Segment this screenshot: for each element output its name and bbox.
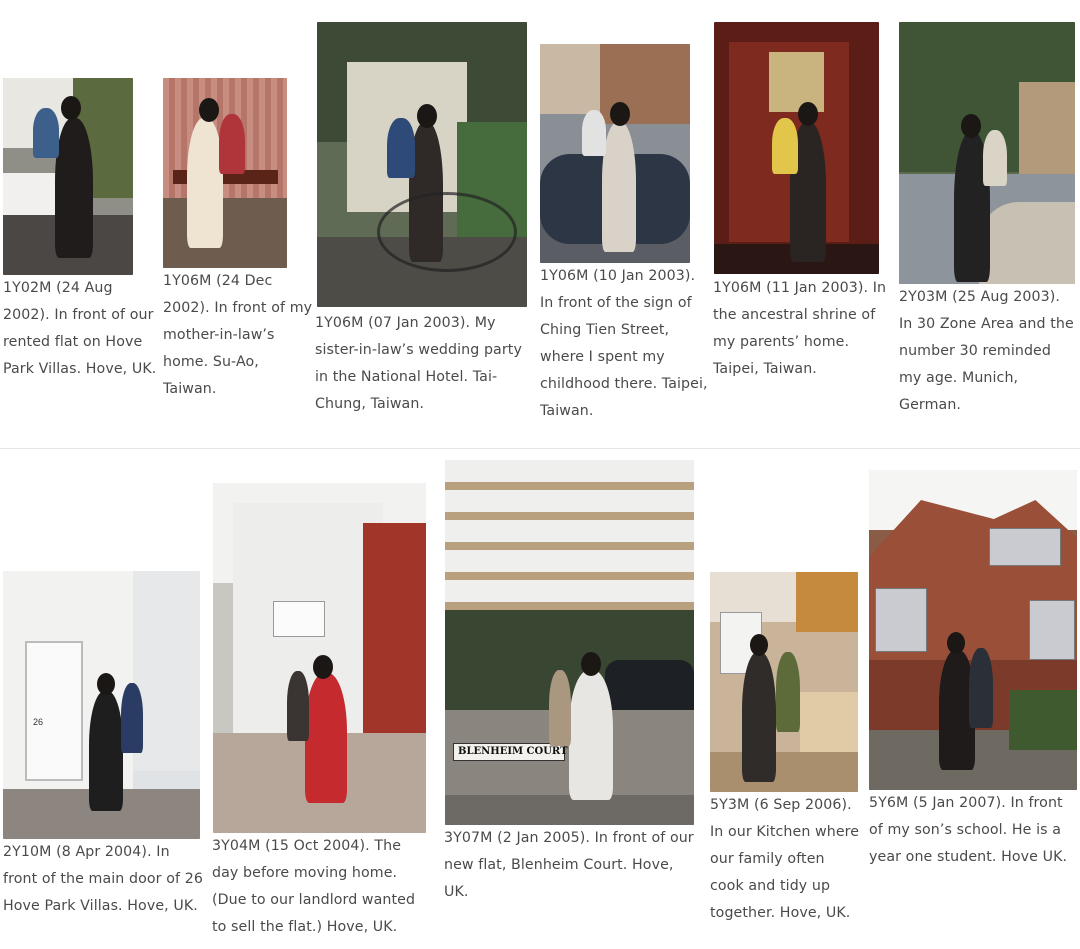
- caption-2: 1Y06M (24 Dec 2002). In front of my moth…: [163, 273, 313, 397]
- blenheim-court-sign-text: BLENHEIM COURT: [458, 746, 568, 757]
- photo-blenheim-court: BLENHEIM COURT: [445, 460, 694, 825]
- caption-4: 1Y06M (10 Jan 2003). In front of the sig…: [540, 268, 708, 419]
- photo-kitchen: [710, 572, 858, 792]
- photo-moving-home: [213, 483, 426, 833]
- photo-26-hove-park-villas: 26: [3, 571, 200, 839]
- caption-7: 2Y10M (8 Apr 2004). In front of the main…: [3, 844, 203, 914]
- caption-9: 3Y07M (2 Jan 2005). In front of our new …: [444, 830, 694, 900]
- photo-ancestral-shrine: [714, 22, 879, 274]
- row-divider: [0, 448, 1080, 449]
- door-number: 26: [33, 717, 44, 727]
- caption-11: 5Y6M (5 Jan 2007). In front of my son’s …: [869, 795, 1068, 865]
- caption-8: 3Y04M (15 Oct 2004). The day before movi…: [212, 838, 416, 935]
- photo-school: [869, 470, 1077, 790]
- photo-munich-30-zone: [899, 22, 1075, 284]
- blenheim-court-sign: BLENHEIM COURT: [453, 743, 568, 761]
- caption-5: 1Y06M (11 Jan 2003). In the ancestral sh…: [713, 280, 887, 377]
- caption-3: 1Y06M (07 Jan 2003). My sister-in-law’s …: [315, 315, 522, 412]
- photo-su-ao-home: [163, 78, 287, 268]
- caption-1: 1Y02M (24 Aug 2002). In front of our ren…: [3, 280, 157, 377]
- caption-10: 5Y3M (6 Sep 2006). In our Kitchen where …: [710, 797, 860, 921]
- caption-6: 2Y03M (25 Aug 2003). In 30 Zone Area and…: [899, 289, 1074, 413]
- photo-tai-chung-hotel: [317, 22, 527, 307]
- photo-ching-tien-street: [540, 44, 690, 263]
- photo-hove-park-villas-2002: [3, 78, 133, 275]
